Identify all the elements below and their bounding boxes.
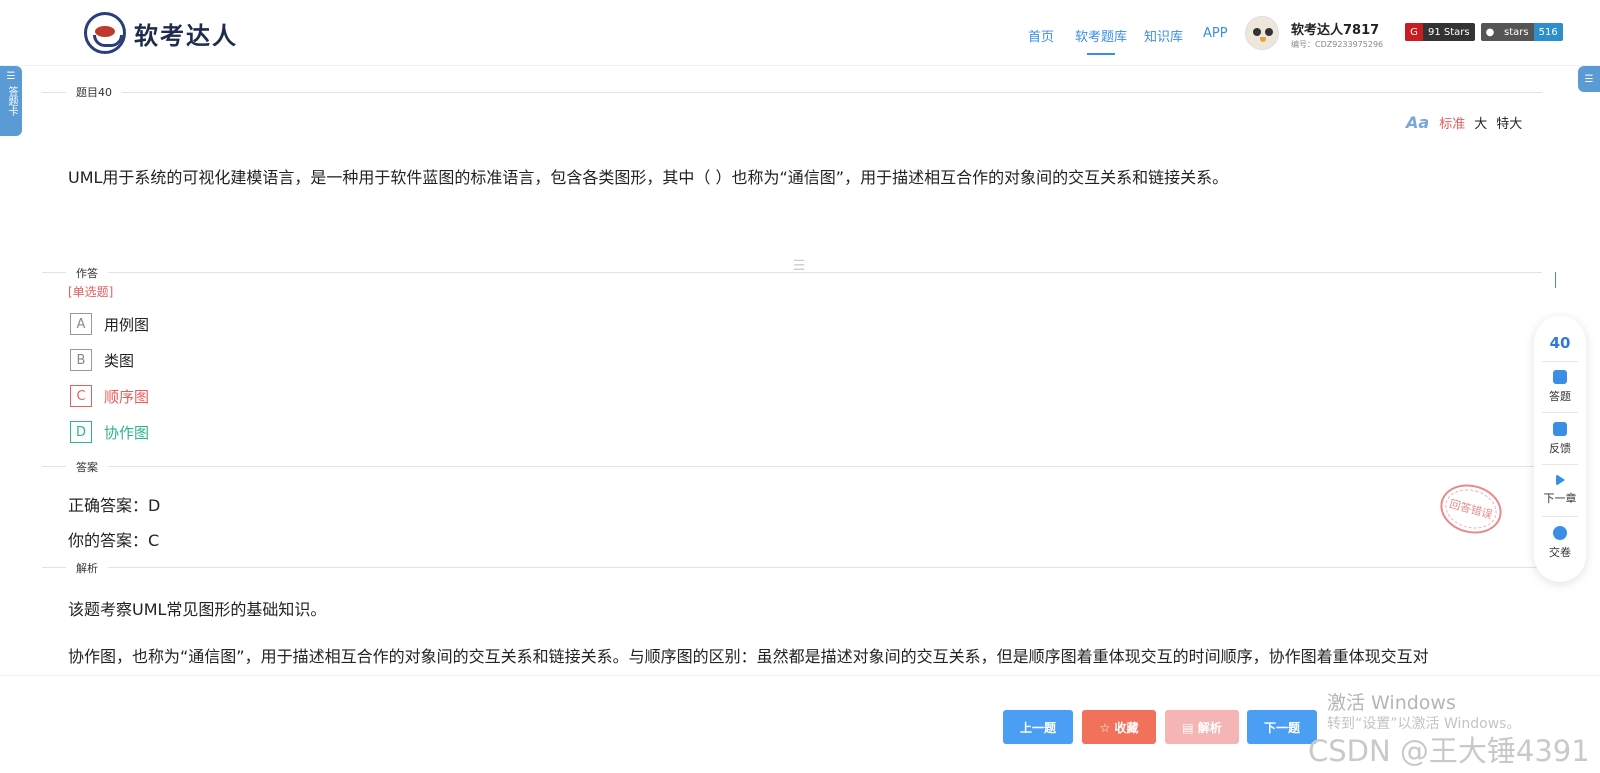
prev-question-button[interactable]: 上一题: [1003, 710, 1073, 744]
answer-area-section-label: 作答: [66, 265, 108, 281]
gitee-stars-badge[interactable]: G 91 Stars: [1405, 23, 1475, 41]
analysis-paragraph-1: 该题考察UML常见图形的基础知识。: [68, 600, 327, 619]
question-type: [单选题]: [68, 285, 114, 299]
analysis-section-label: 解析: [66, 560, 108, 576]
nav-question-bank[interactable]: 软考题库: [1075, 26, 1127, 55]
answer-section-label: 答案: [66, 459, 108, 475]
upload-icon: [1553, 526, 1567, 540]
windows-activation-title: 激活 Windows: [1327, 692, 1456, 714]
top-header: 软考达人 首页 软考题库 知识库 APP 软考达人7817 编号：CDZ9233…: [0, 0, 1600, 66]
question-text: UML用于系统的可视化建模语言，是一种用于软件蓝图的标准语言，包含各类图形，其中…: [68, 168, 1229, 187]
option-c[interactable]: C 顺序图: [70, 385, 149, 407]
answer-card-tab[interactable]: ☰ 答题卡: [0, 66, 22, 136]
logo-text: 软考达人: [134, 21, 238, 50]
option-b[interactable]: B 类图: [70, 349, 134, 371]
resize-edge: [1555, 272, 1556, 288]
font-size-icon: Aa: [1406, 113, 1430, 132]
menu-icon: ☰: [6, 71, 16, 82]
font-size-large[interactable]: 大: [1474, 113, 1487, 132]
right-floating-panel: 40 答题 反馈 下一章 交卷: [1534, 316, 1586, 582]
site-logo[interactable]: 软考达人: [84, 12, 238, 54]
analysis-button[interactable]: ▤ 解析: [1165, 710, 1239, 744]
option-a[interactable]: A 用例图: [70, 313, 149, 335]
nav-home[interactable]: 首页: [1028, 26, 1054, 45]
nav-knowledge[interactable]: 知识库: [1144, 26, 1183, 45]
your-answer: 你的答案：C: [68, 531, 160, 550]
divider: [42, 92, 1542, 93]
answer-sheet-button[interactable]: 答题: [1534, 370, 1586, 404]
drag-handle-icon[interactable]: ☰: [790, 259, 808, 273]
divider: [42, 567, 1542, 568]
user-id: 编号：CDZ9233975296: [1291, 40, 1384, 49]
answer-icon: [1553, 370, 1567, 384]
github-icon: ●: [1481, 23, 1499, 41]
analysis-paragraph-2: 协作图，也称为“通信图”，用于描述相互合作的对象间的交互关系和链接关系。与顺序图…: [68, 647, 1429, 666]
csdn-watermark: CSDN @王大锤4391: [1308, 734, 1590, 768]
question-section-label: 题目40: [66, 84, 122, 100]
wrong-answer-stamp: 回答错误: [1434, 477, 1508, 541]
nav-app[interactable]: APP: [1203, 26, 1228, 41]
submit-button[interactable]: 交卷: [1534, 526, 1586, 560]
right-menu-tab[interactable]: ☰: [1578, 66, 1600, 92]
avatar[interactable]: [1245, 16, 1279, 50]
logo-icon: [84, 12, 126, 54]
option-d[interactable]: D 协作图: [70, 421, 149, 443]
next-question-button[interactable]: 下一题: [1247, 710, 1317, 744]
font-size-switcher: Aa 标准 大 特大: [1406, 113, 1531, 132]
next-chapter-button[interactable]: 下一章: [1534, 474, 1586, 506]
font-size-standard[interactable]: 标准: [1439, 113, 1465, 132]
gitee-icon: G: [1405, 23, 1423, 41]
feedback-button[interactable]: 反馈: [1534, 422, 1586, 456]
correct-answer: 正确答案：D: [68, 496, 161, 515]
divider: [42, 466, 1542, 467]
chat-icon: [1553, 422, 1567, 436]
skip-next-icon: [1555, 474, 1565, 486]
menu-icon: ☰: [1584, 73, 1594, 85]
question-number: 40: [1549, 334, 1571, 352]
user-name[interactable]: 软考达人7817: [1291, 19, 1379, 38]
font-size-xlarge[interactable]: 特大: [1496, 113, 1522, 132]
favorite-button[interactable]: ☆ 收藏: [1082, 710, 1156, 744]
github-stars-badge[interactable]: ● stars 516: [1481, 23, 1563, 41]
